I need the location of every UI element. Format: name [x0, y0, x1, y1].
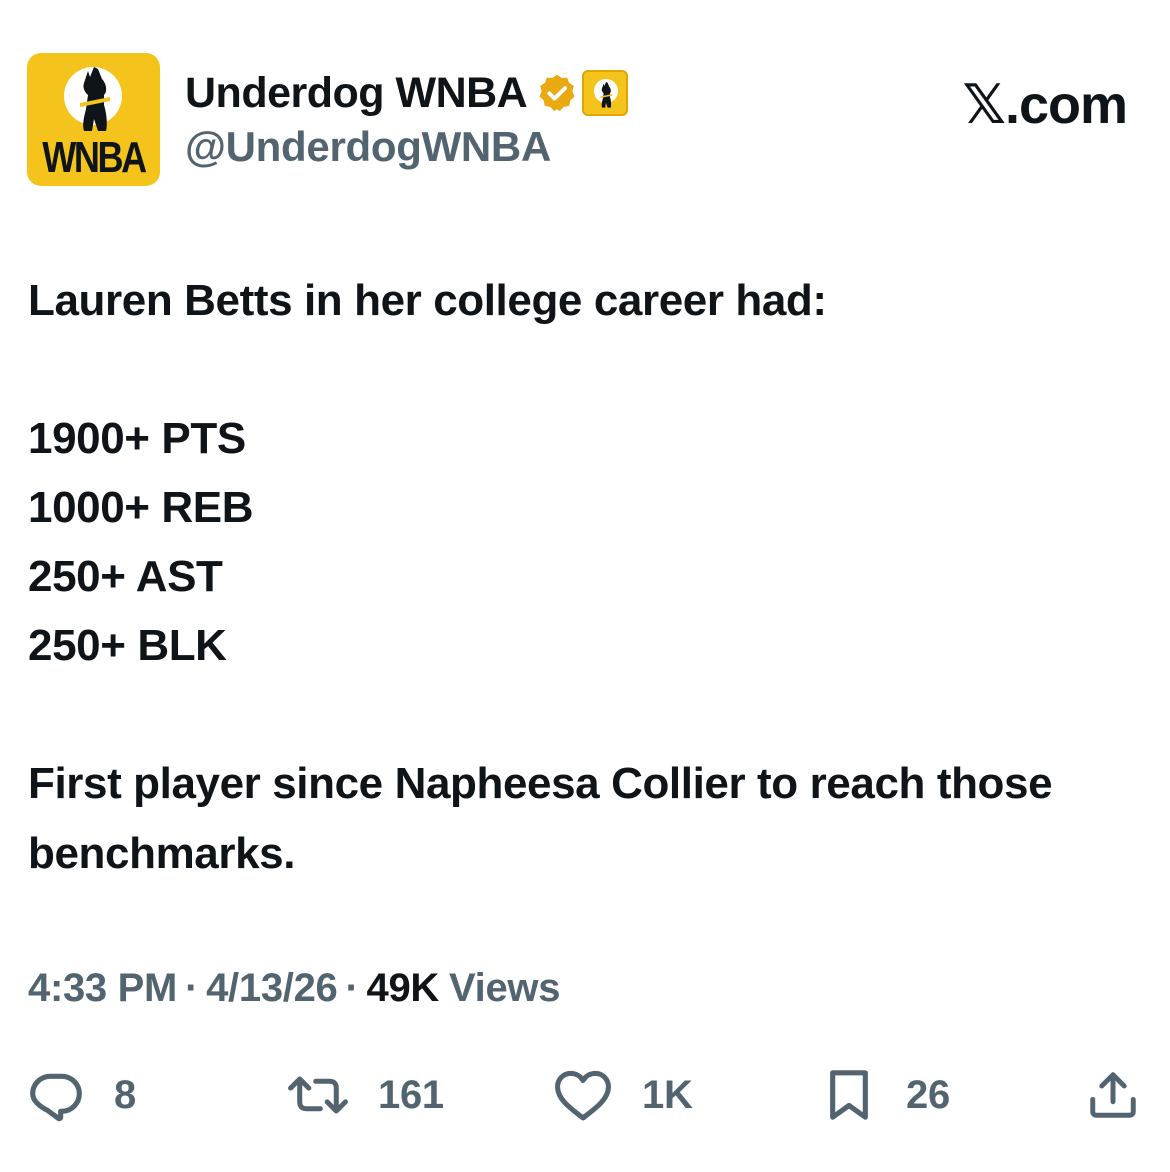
user-handle[interactable]: @UnderdogWNBA: [185, 123, 551, 171]
bookmark-icon: [830, 1070, 868, 1120]
meta-separator: ·: [345, 966, 359, 1010]
source-watermark: 𝕏.com: [962, 75, 1128, 135]
bookmark-count: 26: [906, 1072, 950, 1117]
views-count: 49K: [366, 966, 440, 1010]
repost-count: 161: [378, 1072, 444, 1117]
tweet-line-closing: First player since Napheesa Collier to r…: [28, 759, 1053, 878]
meta-separator: ·: [185, 966, 199, 1010]
name-row: Underdog WNBA: [185, 65, 629, 121]
action-bar: 8 161 1K 26: [28, 1060, 1143, 1130]
stat-line: 250+ AST: [28, 552, 223, 601]
mini-dog-icon: [600, 82, 613, 108]
avatar[interactable]: WNBA: [27, 53, 160, 186]
tweet-body: Lauren Betts in her college career had: …: [28, 266, 1138, 889]
share-icon: [1090, 1072, 1136, 1118]
tweet-time[interactable]: 4:33 PM: [28, 966, 177, 1011]
stat-line: 1000+ REB: [28, 483, 254, 532]
repost-button[interactable]: 161: [286, 1060, 444, 1130]
like-button[interactable]: 1K: [552, 1060, 693, 1130]
reply-icon: [30, 1073, 82, 1122]
reply-button[interactable]: 8: [28, 1060, 136, 1130]
bookmark-button[interactable]: 26: [824, 1060, 950, 1130]
tweet-date[interactable]: 4/13/26: [206, 966, 338, 1011]
verified-badge-icon: [539, 74, 575, 112]
stat-line: 250+ BLK: [28, 621, 227, 670]
heart-icon: [555, 1070, 611, 1121]
share-button[interactable]: [1086, 1060, 1140, 1130]
display-name[interactable]: Underdog WNBA: [185, 69, 528, 118]
like-count: 1K: [642, 1072, 693, 1117]
affiliate-badge-icon[interactable]: [582, 70, 629, 116]
dog-logo-icon: [80, 67, 110, 131]
reply-count: 8: [114, 1072, 136, 1117]
stat-line: 1900+ PTS: [28, 414, 246, 463]
views-label: Views: [448, 966, 561, 1010]
tweet-meta: 4:33 PM · 4/13/26 · 49K Views: [28, 966, 560, 1011]
repost-icon: [288, 1076, 348, 1114]
tweet-line-intro: Lauren Betts in her college career had:: [28, 276, 827, 325]
avatar-logo-text: WNBA: [42, 133, 147, 182]
tweet-header: WNBA Underdog WNBA @UnderdogWNBA 𝕏.com: [27, 53, 1128, 188]
